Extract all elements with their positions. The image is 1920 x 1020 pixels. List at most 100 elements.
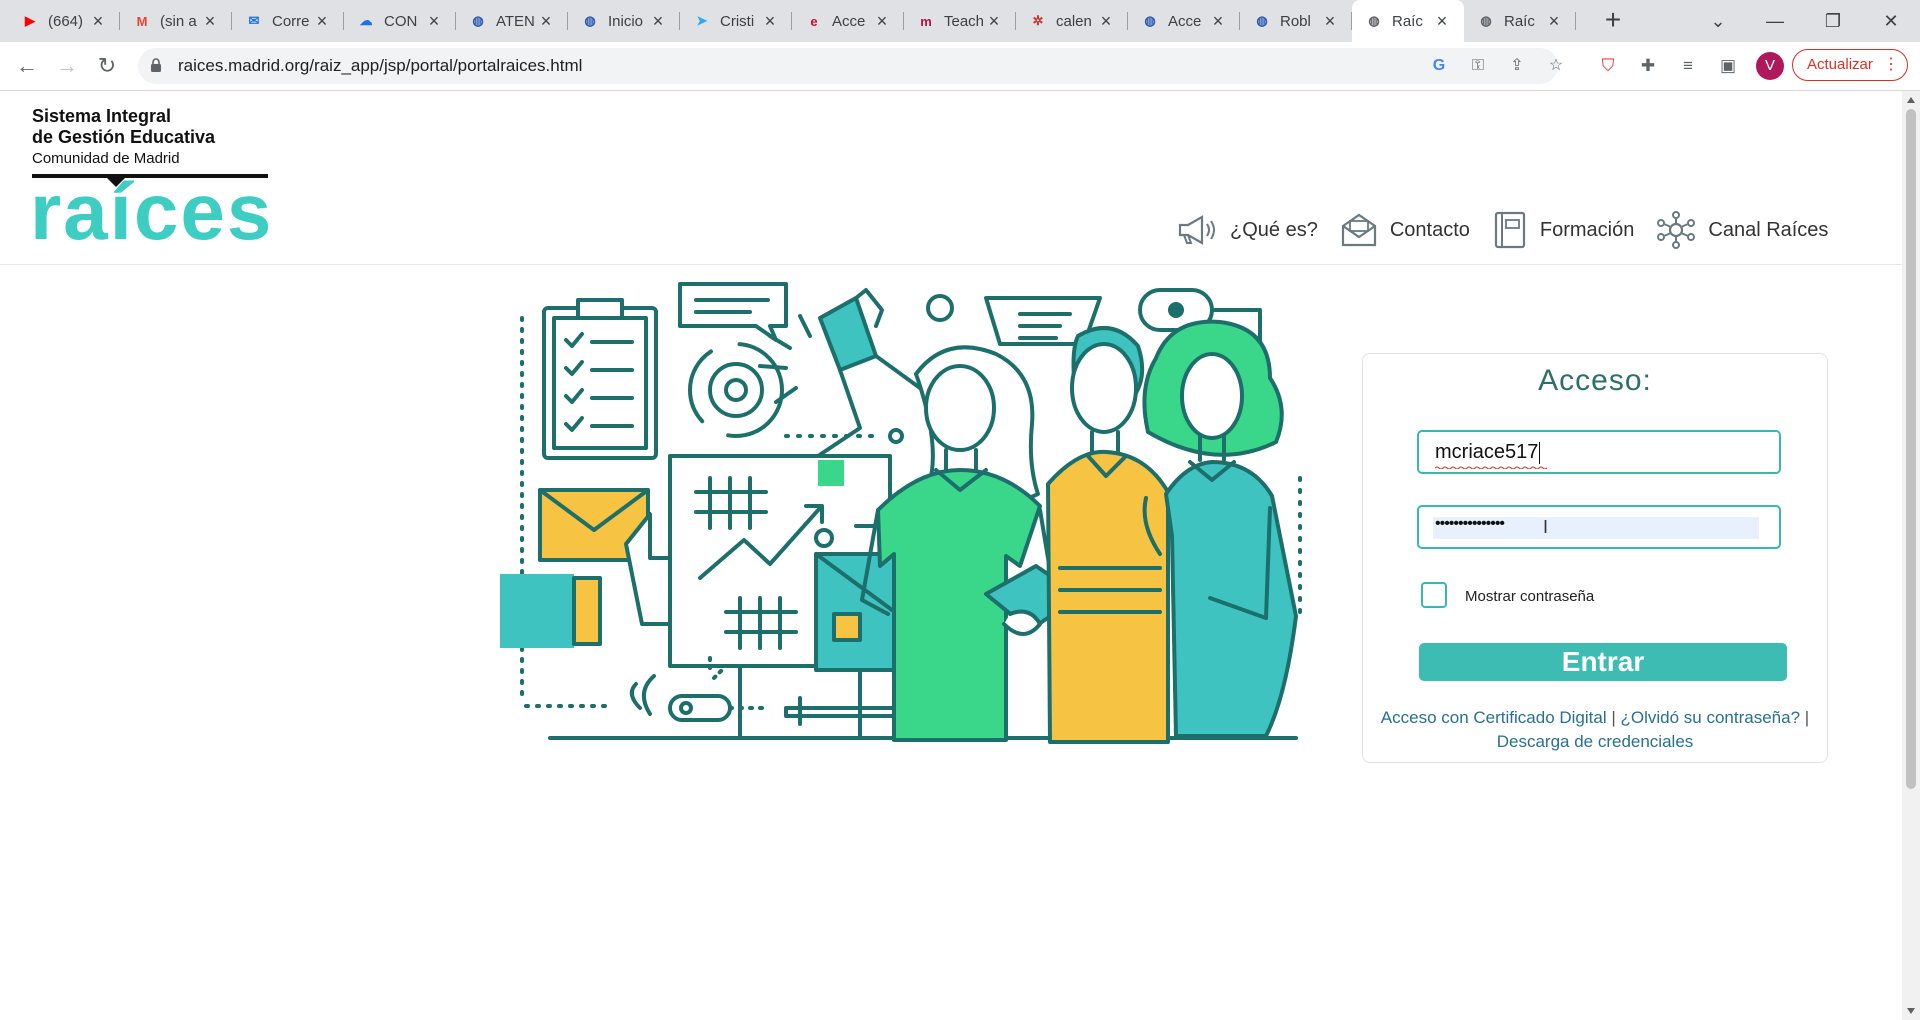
envelope-icon [1341,213,1376,247]
nav-contacto-label: Contacto [1389,218,1470,241]
browser-tab[interactable]: e Acce × [792,0,904,42]
browser-tab[interactable]: m Teach × [904,0,1016,42]
tab-close-icon[interactable]: × [984,11,1004,31]
megaphone-icon [1178,215,1215,245]
globe-icon: ◍ [1144,13,1156,28]
scrollbar-thumb[interactable] [1906,109,1916,789]
address-bar[interactable]: raices.madrid.org/raiz_app/jsp/portal/po… [138,48,1563,84]
network-icon [1657,211,1696,249]
credentials-download-link[interactable]: Descarga de credenciales [1497,732,1694,751]
education-illustration [500,282,1302,744]
e-icon: e [810,13,818,29]
globe-icon: ◍ [584,13,596,28]
raices-logo[interactable]: Sistema Integral de Gestión Educativa Co… [30,106,271,252]
restore-button[interactable]: ❐ [1810,6,1856,36]
extensions-icon[interactable]: ✚ [1634,52,1662,80]
tab-close-icon[interactable]: × [1096,11,1116,31]
browser-tab[interactable]: ◍ Inicio × [568,0,680,42]
share-icon[interactable]: ⇪ [1506,55,1528,77]
browser-tab[interactable]: M (sin a × [120,0,232,42]
tab-close-icon[interactable]: × [1432,11,1452,31]
scroll-up-icon[interactable] [1907,97,1915,103]
nav-canal-raices[interactable]: Canal Raíces [1656,210,1828,250]
tab-title: Inicio [608,12,644,30]
show-password-label[interactable]: Mostrar contraseña [1465,588,1594,605]
profile-avatar[interactable]: V [1756,52,1784,80]
forward-button[interactable]: → [52,51,82,81]
enter-button[interactable]: Entrar [1419,643,1787,681]
update-label: Actualizar [1807,56,1873,73]
password-input[interactable]: ••••••••••••••• I [1417,505,1781,549]
nav-formacion[interactable]: Formación [1492,210,1634,250]
tab-close-icon[interactable]: × [536,11,556,31]
extension-shield-icon[interactable]: ⛉ [1594,52,1622,80]
browser-tab[interactable]: ◍ Robl × [1240,0,1352,42]
browser-tab[interactable]: ◍ Raíc × [1352,0,1464,42]
side-panel-icon[interactable]: ▣ [1714,52,1742,80]
show-password-checkbox[interactable] [1421,582,1447,608]
nav-que-es-label: ¿Qué es? [1230,218,1318,241]
link-separator: | [1804,708,1810,727]
reload-button[interactable]: ↻ [92,51,122,81]
browser-tab[interactable]: ✲ calen × [1016,0,1128,42]
update-button[interactable]: Actualizar ⋮ [1792,49,1908,81]
tab-title: Corre [272,12,310,30]
url-text: raices.madrid.org/raiz_app/jsp/portal/po… [178,56,583,75]
browser-tab[interactable]: ◍ ATEN × [456,0,568,42]
media-queue-icon[interactable]: ≡ [1674,52,1702,80]
book-icon [1494,211,1525,249]
key-icon[interactable]: ⚿ [1467,55,1489,77]
bookmark-star-icon[interactable]: ☆ [1545,55,1567,77]
browser-tab[interactable]: ◍ Raíc × [1464,0,1576,42]
close-window-button[interactable]: ✕ [1868,6,1914,36]
login-card: Acceso: mcriace517 ••••••••••••••• I Mos… [1362,353,1828,763]
browser-tab[interactable]: ☁ CON × [344,0,456,42]
tab-close-icon[interactable]: × [88,11,108,31]
tab-close-icon[interactable]: × [200,11,220,31]
browser-tab-strip: ▶ (664) × M (sin a × ✉ Corre × ☁ CON × ◍ ATEN × ◍ Inicio… [0,0,1920,42]
login-title: Acceso: [1538,364,1652,397]
page-scrollbar[interactable] [1902,91,1920,1020]
tab-title: calen [1056,12,1092,30]
certificate-link[interactable]: Acceso con Certificado Digital [1381,708,1607,727]
tab-close-icon[interactable]: × [648,11,668,31]
tab-close-icon[interactable]: × [424,11,444,31]
tab-search-icon[interactable]: ⌄ [1695,6,1741,36]
tab-title: ATEN [496,12,535,30]
tab-close-icon[interactable]: × [872,11,892,31]
tab-close-icon[interactable]: × [1544,11,1564,31]
tab-title: Cristi [720,12,755,30]
tab-title: Robl [1280,12,1311,30]
gmail-icon: M [136,13,148,29]
m-icon: m [920,13,932,29]
username-input[interactable]: mcriace517 [1417,430,1781,474]
browser-toolbar: ← → ↻ raices.madrid.org/raiz_app/jsp/por… [0,42,1920,91]
browser-tab[interactable]: ▶ (664) × [8,0,120,42]
tab-title: Acce [832,12,866,30]
browser-tab[interactable]: ◍ Acce × [1128,0,1240,42]
tab-close-icon[interactable]: × [312,11,332,31]
link-separator: | [1611,708,1621,727]
password-value: ••••••••••••••• [1435,515,1505,532]
username-value: mcriace517 [1435,441,1541,464]
nav-que-es[interactable]: ¿Qué es? [1176,213,1318,247]
browser-tab[interactable]: ➤ Cristi × [680,0,792,42]
tab-title: Acce [1168,12,1202,30]
tab-title: (664) [48,12,84,30]
tab-separator [1575,12,1576,30]
forgot-password-link[interactable]: ¿Olvidó su contraseña? [1621,708,1801,727]
scroll-down-icon[interactable] [1907,1008,1915,1014]
google-icon[interactable]: G [1428,55,1450,77]
back-button[interactable]: ← [12,51,42,81]
tab-close-icon[interactable]: × [1208,11,1228,31]
tab-title: Teach [944,12,985,30]
globe-icon: ◍ [1368,13,1380,28]
mail-icon: ✉ [248,13,260,28]
tab-close-icon[interactable]: × [760,11,780,31]
minimize-button[interactable]: — [1752,6,1798,36]
tab-close-icon[interactable]: × [1320,11,1340,31]
nav-contacto[interactable]: Contacto [1340,211,1470,249]
browser-tab[interactable]: ✉ Corre × [232,0,344,42]
new-tab-button[interactable]: + [1598,6,1628,36]
top-navigation: ¿Qué es? Contacto Formación Canal Raíces [1176,210,1850,250]
